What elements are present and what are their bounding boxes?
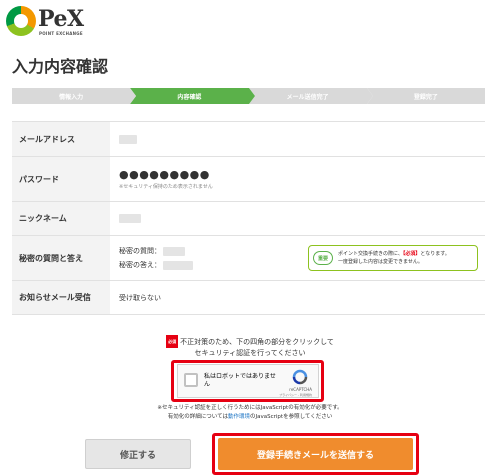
row-value: 秘密の質問： 秘密の答え： 重要 ポイント交換手続きの際に、【必須】となります。… <box>110 236 485 280</box>
important-notice: 重要 ポイント交換手続きの際に、【必須】となります。 一度登録した内容は変更でき… <box>308 245 478 271</box>
security-line: セキュリティ認証を行ってください <box>194 349 306 357</box>
redacted-value <box>163 246 185 256</box>
row-password: パスワード ●●●●●●●●● ※セキュリティ保持のため表示されません <box>12 157 485 202</box>
row-label: ニックネーム <box>12 202 110 235</box>
row-value: 受け取らない <box>119 293 161 302</box>
environment-link[interactable]: 動作環境 <box>228 414 250 420</box>
notice-text: となります。 <box>420 251 450 257</box>
pex-logo-icon <box>6 6 36 36</box>
step-label: 情報入力 <box>59 93 84 101</box>
recaptcha-brand: reCAPTCHA <box>289 387 312 392</box>
redacted-value <box>119 214 141 223</box>
fix-button[interactable]: 修正する <box>85 439 191 469</box>
row-nickname: ニックネーム <box>12 202 485 236</box>
security-instructions: 必須 不正対策のため、下の四角の部分をクリックして セキュリティ認証を行ってくださ… <box>0 335 500 359</box>
progress-steps: 情報入力 内容確認 メール送信完了 登録完了 <box>12 88 485 104</box>
step-complete: 登録完了 <box>366 88 485 104</box>
js-note-line: ※セキュリティ認証を正しく行うためにはJavaScriptの有効化が必要です。 <box>157 405 343 411</box>
step-arrow <box>366 88 373 104</box>
step-label: メール送信完了 <box>286 93 329 101</box>
row-label: お知らせメール受信 <box>12 281 110 314</box>
javascript-note: ※セキュリティ認証を正しく行うためにはJavaScriptの有効化が必要です。 … <box>0 404 500 422</box>
send-registration-email-button[interactable]: 登録手続きメールを送信する <box>218 438 413 470</box>
redacted-value <box>163 260 193 270</box>
important-badge: 重要 <box>313 251 333 265</box>
required-mark: 【必須】 <box>402 251 421 257</box>
security-line: 不正対策のため、下の四角の部分をクリックして <box>180 338 334 346</box>
step-label: 登録完了 <box>413 93 438 101</box>
redacted-value <box>119 134 137 144</box>
row-secret: 秘密の質問と答え 秘密の質問： 秘密の答え： 重要 ポイント交換手続きの際に、【… <box>12 236 485 281</box>
notice-text: ポイント交換手続きの際に、 <box>338 251 403 257</box>
recaptcha-widget: 私はロボットではありません reCAPTCHA プライバシー - 利用規約 <box>177 364 319 398</box>
step-label: 内容確認 <box>177 93 202 101</box>
password-mask: ●●●●●●●●● <box>119 168 210 181</box>
js-note-text: のJavaScriptを参照してください <box>250 414 333 420</box>
row-value <box>110 122 485 156</box>
row-email: メールアドレス <box>12 122 485 157</box>
row-label: 秘密の質問と答え <box>12 236 110 280</box>
row-value: ●●●●●●●●● ※セキュリティ保持のため表示されません <box>110 157 485 201</box>
recaptcha-label: 私はロボットではありません <box>204 373 276 388</box>
step-mail-sent: メール送信完了 <box>248 88 373 104</box>
logo-subtext: POINT EXCHANGE <box>39 31 83 36</box>
notice-text: 一度登録した内容は変更できません。 <box>338 259 423 265</box>
step-info-input: 情報入力 <box>12 88 137 104</box>
required-badge: 必須 <box>166 335 179 348</box>
step-arrow <box>248 88 255 104</box>
step-confirm: 内容確認 <box>130 88 255 104</box>
secret-answer-label: 秘密の答え： <box>119 261 161 269</box>
password-note: ※セキュリティ保持のため表示されません <box>119 184 213 190</box>
row-newsletter: お知らせメール受信 受け取らない <box>12 281 485 315</box>
js-note-text: 有効化の詳細については <box>167 414 228 420</box>
recaptcha-terms[interactable]: プライバシー - 利用規約 <box>279 393 312 397</box>
recaptcha-icon <box>292 369 308 385</box>
confirm-table: メールアドレス パスワード ●●●●●●●●● ※セキュリティ保持のため表示され… <box>12 121 485 315</box>
row-value <box>110 202 485 235</box>
row-label: メールアドレス <box>12 122 110 156</box>
logo-text: PeX <box>38 6 84 32</box>
row-label: パスワード <box>12 157 110 201</box>
recaptcha-checkbox[interactable] <box>184 373 198 387</box>
page-title: 入力内容確認 <box>12 57 109 76</box>
secret-question-label: 秘密の質問： <box>119 247 161 255</box>
step-arrow <box>130 88 137 104</box>
pex-logo[interactable]: PeX POINT EXCHANGE <box>6 6 86 36</box>
